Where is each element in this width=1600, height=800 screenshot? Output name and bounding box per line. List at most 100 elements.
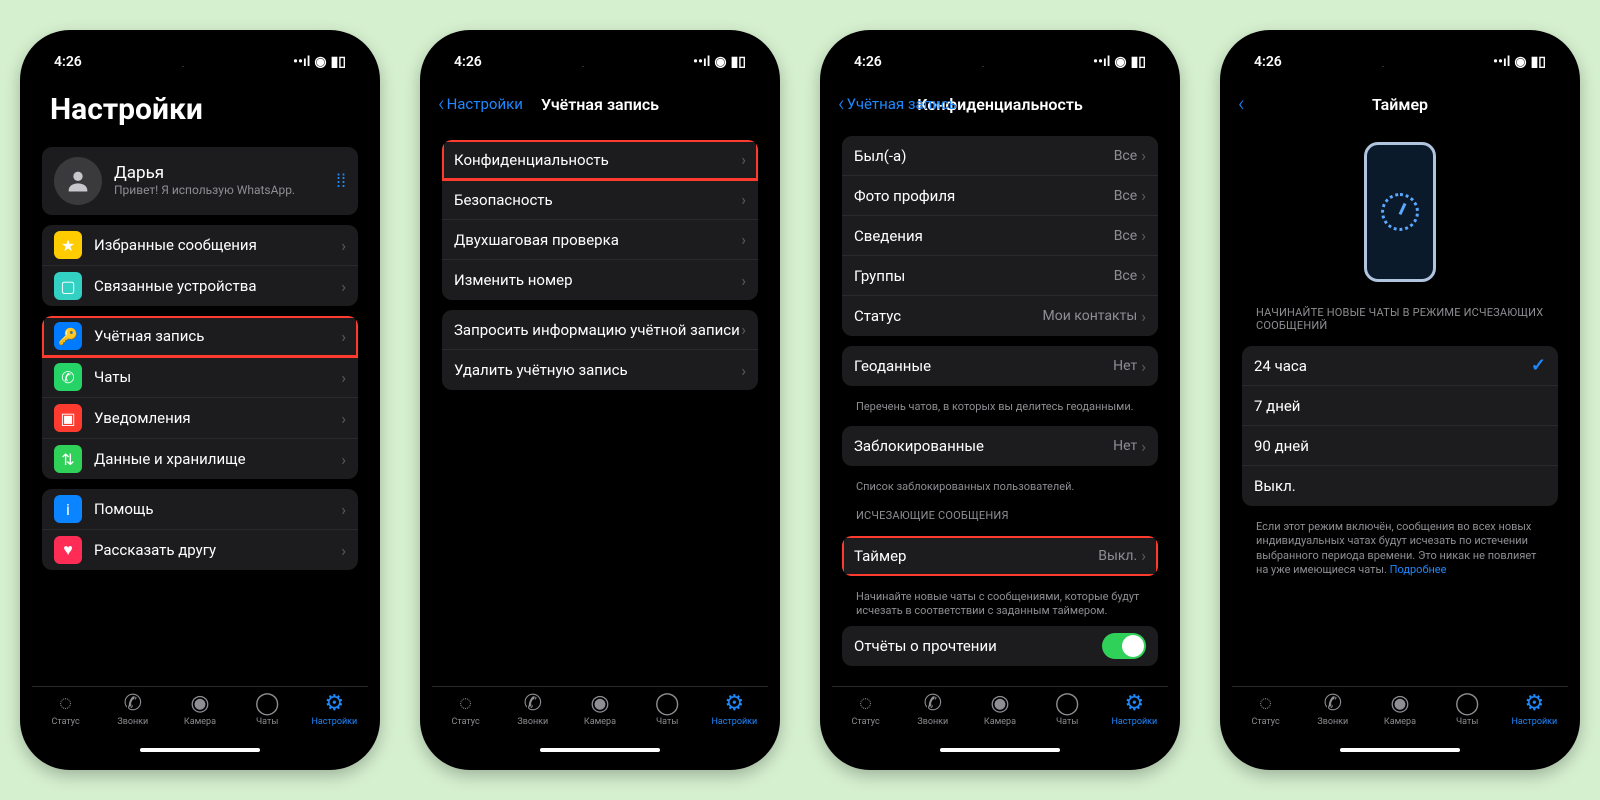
tab-settings[interactable]: ⚙Настройки bbox=[301, 691, 368, 727]
row-about[interactable]: СведенияВсе› bbox=[842, 216, 1158, 256]
option-24h[interactable]: 24 часа✓ bbox=[1242, 346, 1558, 386]
star-icon: ★ bbox=[54, 231, 82, 259]
row-lastseen[interactable]: Был(-а)Все› bbox=[842, 136, 1158, 176]
row-label: Уведомления bbox=[94, 409, 341, 427]
signal-icon: ••ıl bbox=[293, 54, 310, 70]
notch bbox=[1325, 42, 1475, 66]
section-footer: Если этот режим включён, сообщения во вс… bbox=[1242, 516, 1558, 579]
tab-camera[interactable]: ◉Камера bbox=[1366, 691, 1433, 727]
calls-icon: ✆ bbox=[124, 691, 142, 715]
row-status[interactable]: СтатусМои контакты› bbox=[842, 296, 1158, 336]
tab-status[interactable]: ◌Статус bbox=[832, 691, 899, 727]
chats-icon: ◯ bbox=[1455, 691, 1480, 715]
chevron-right-icon: › bbox=[741, 190, 746, 209]
toggle-on[interactable] bbox=[1102, 633, 1146, 659]
tab-chats[interactable]: ◯Чаты bbox=[1034, 691, 1101, 727]
chevron-left-icon: ‹ bbox=[838, 92, 845, 117]
camera-icon: ◉ bbox=[1390, 691, 1409, 715]
home-indicator[interactable] bbox=[140, 748, 260, 752]
row-value: Мои контакты bbox=[1043, 308, 1138, 324]
learn-more-link[interactable]: Подробнее bbox=[1390, 563, 1447, 576]
section-footer: Начинайте новые чаты с сообщениями, кото… bbox=[842, 586, 1158, 621]
chevron-right-icon: › bbox=[341, 277, 346, 296]
tab-chats[interactable]: ◯Чаты bbox=[634, 691, 701, 727]
tab-calls[interactable]: ✆Звонки bbox=[1299, 691, 1366, 727]
row-tell[interactable]: ♥ Рассказать другу › bbox=[42, 530, 358, 570]
tab-chats[interactable]: ◯Чаты bbox=[1434, 691, 1501, 727]
home-indicator[interactable] bbox=[540, 748, 660, 752]
row-label: Заблокированные bbox=[854, 437, 1113, 455]
row-twostep[interactable]: Двухшаговая проверка › bbox=[442, 220, 758, 260]
phone-mockup-4: 4:26 ➤ ••ıl◉▮▯ ‹ Таймер НАЧИНАЙТЕ НОВЫЕ … bbox=[1220, 30, 1580, 770]
battery-icon: ▮▯ bbox=[1531, 54, 1546, 70]
chevron-right-icon: › bbox=[341, 327, 346, 346]
nav-bar: ‹ Таймер bbox=[1232, 82, 1568, 126]
row-label: Изменить номер bbox=[454, 271, 741, 289]
row-security[interactable]: Безопасность › bbox=[442, 180, 758, 220]
chevron-left-icon: ‹ bbox=[438, 92, 445, 117]
camera-icon: ◉ bbox=[590, 691, 609, 715]
row-starred[interactable]: ★ Избранные сообщения › bbox=[42, 225, 358, 266]
profile-row[interactable]: Дарья Привет! Я использую WhatsApp. ⁞⁞ bbox=[42, 147, 358, 215]
row-read-receipts[interactable]: Отчёты о прочтении bbox=[842, 626, 1158, 666]
tab-camera[interactable]: ◉Камера bbox=[966, 691, 1033, 727]
timer-illustration bbox=[1242, 126, 1558, 294]
row-storage[interactable]: ⇅ Данные и хранилище › bbox=[42, 439, 358, 479]
option-label: 90 дней bbox=[1254, 437, 1546, 455]
chevron-right-icon: › bbox=[1141, 186, 1146, 205]
status-icon: ◌ bbox=[1259, 691, 1272, 715]
row-label: Безопасность bbox=[454, 191, 741, 209]
tab-camera[interactable]: ◉Камера bbox=[166, 691, 233, 727]
tab-calls[interactable]: ✆Звонки bbox=[99, 691, 166, 727]
chevron-left-icon: ‹ bbox=[1238, 92, 1245, 117]
row-privacy[interactable]: Конфиденциальность › bbox=[442, 140, 758, 180]
row-blocked[interactable]: ЗаблокированныеНет› bbox=[842, 426, 1158, 466]
tab-chats[interactable]: ◯Чаты bbox=[234, 691, 301, 727]
row-account[interactable]: 🔑 Учётная запись › bbox=[42, 316, 358, 357]
row-value: Нет bbox=[1113, 358, 1137, 374]
row-label: Фото профиля bbox=[854, 187, 1114, 205]
row-timer[interactable]: ТаймерВыкл.› bbox=[842, 536, 1158, 576]
chevron-right-icon: › bbox=[1141, 546, 1146, 565]
tab-calls[interactable]: ✆Звонки bbox=[899, 691, 966, 727]
row-label: Запросить информацию учётной записи bbox=[454, 321, 741, 339]
tab-camera[interactable]: ◉Камера bbox=[566, 691, 633, 727]
home-indicator[interactable] bbox=[940, 748, 1060, 752]
section-header: ИСЧЕЗАЮЩИЕ СООБЩЕНИЯ bbox=[842, 497, 1158, 526]
tab-settings[interactable]: ⚙Настройки bbox=[701, 691, 768, 727]
devices-icon: ▢ bbox=[54, 272, 82, 300]
home-indicator[interactable] bbox=[1340, 748, 1460, 752]
option-7d[interactable]: 7 дней bbox=[1242, 386, 1558, 426]
qr-icon[interactable]: ⁞⁞ bbox=[336, 171, 346, 192]
row-chats[interactable]: ✆ Чаты › bbox=[42, 357, 358, 398]
row-linked[interactable]: ▢ Связанные устройства › bbox=[42, 266, 358, 306]
row-label: Рассказать другу bbox=[94, 541, 341, 559]
row-value: Выкл. bbox=[1098, 548, 1137, 564]
tab-settings[interactable]: ⚙Настройки bbox=[1101, 691, 1168, 727]
back-button[interactable]: ‹Настройки bbox=[438, 92, 523, 117]
tab-status[interactable]: ◌Статус bbox=[432, 691, 499, 727]
section-header: НАЧИНАЙТЕ НОВЫЕ ЧАТЫ В РЕЖИМЕ ИСЧЕЗАЮЩИХ… bbox=[1242, 294, 1558, 336]
chevron-right-icon: › bbox=[741, 230, 746, 249]
row-change-number[interactable]: Изменить номер › bbox=[442, 260, 758, 300]
row-notifications[interactable]: ▣ Уведомления › bbox=[42, 398, 358, 439]
row-photo[interactable]: Фото профиляВсе› bbox=[842, 176, 1158, 216]
tab-settings[interactable]: ⚙Настройки bbox=[1501, 691, 1568, 727]
row-label: Учётная запись bbox=[94, 327, 341, 345]
chevron-right-icon: › bbox=[341, 500, 346, 519]
back-button[interactable]: ‹ bbox=[1238, 92, 1247, 117]
nav-bar: ‹Настройки Учётная запись bbox=[432, 82, 768, 126]
tab-status[interactable]: ◌Статус bbox=[32, 691, 99, 727]
tab-status[interactable]: ◌Статус bbox=[1232, 691, 1299, 727]
gear-icon: ⚙ bbox=[724, 691, 744, 715]
row-request-info[interactable]: Запросить информацию учётной записи › bbox=[442, 310, 758, 350]
row-delete-account[interactable]: Удалить учётную запись › bbox=[442, 350, 758, 390]
row-geo[interactable]: ГеоданныеНет› bbox=[842, 346, 1158, 386]
back-button[interactable]: ‹Учётная запись bbox=[838, 92, 957, 117]
option-off[interactable]: Выкл. bbox=[1242, 466, 1558, 506]
phone-mockup-1: 4:26 ➤ ••ıl ◉ ▮▯ Настройки Дарья Привет!… bbox=[20, 30, 380, 770]
option-90d[interactable]: 90 дней bbox=[1242, 426, 1558, 466]
tab-calls[interactable]: ✆Звонки bbox=[499, 691, 566, 727]
row-groups[interactable]: ГруппыВсе› bbox=[842, 256, 1158, 296]
row-help[interactable]: i Помощь › bbox=[42, 489, 358, 530]
